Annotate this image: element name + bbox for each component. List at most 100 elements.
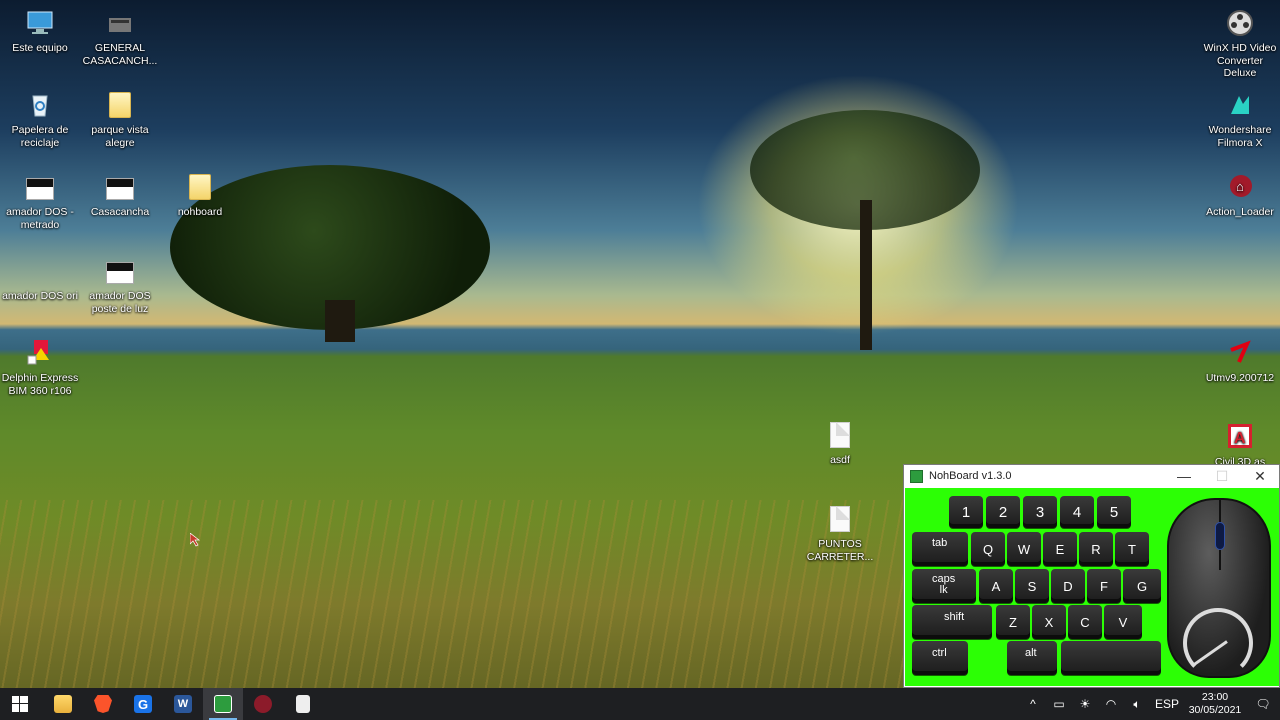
key-alt: alt bbox=[1007, 641, 1057, 675]
computer-icon bbox=[25, 8, 55, 38]
delphin-icon bbox=[25, 338, 55, 368]
action-loader-icon: ⌂ bbox=[1225, 172, 1255, 202]
brightness-icon[interactable]: ☀ bbox=[1072, 688, 1098, 720]
icon-label: GENERAL CASACANCH... bbox=[82, 42, 158, 67]
desktop-icon-casacancha[interactable]: Casacancha bbox=[80, 172, 160, 219]
red-circle-icon bbox=[254, 695, 272, 713]
key-1: 1 bbox=[949, 496, 983, 528]
icon-label: Action_Loader bbox=[1206, 206, 1274, 218]
mouse-speed-gauge bbox=[1183, 608, 1253, 678]
big-tree-trunk bbox=[325, 300, 355, 342]
key-r: R bbox=[1079, 532, 1113, 566]
film-reel-icon bbox=[1225, 8, 1255, 38]
svg-text:⌂: ⌂ bbox=[1236, 179, 1244, 194]
key-a: A bbox=[979, 569, 1013, 603]
icon-label: Delphin Express BIM 360 r106 bbox=[1, 372, 79, 397]
notification-center-icon[interactable]: 🗨︎ bbox=[1246, 688, 1280, 720]
taskbar-brave[interactable] bbox=[83, 688, 123, 720]
desktop-icon-amador-dos-metrado[interactable]: amador DOS - metrado bbox=[0, 172, 80, 231]
icon-label: Utmv9.200712 bbox=[1205, 372, 1275, 384]
icon-label: PUNTOS CARRETER... bbox=[806, 538, 874, 563]
key-caps-lock: caps lk bbox=[912, 569, 976, 603]
taskbar-notepad[interactable] bbox=[283, 688, 323, 720]
cursor-icon bbox=[190, 533, 201, 547]
clock-date: 30/05/2021 bbox=[1188, 704, 1242, 716]
language-indicator[interactable]: ESP bbox=[1150, 688, 1184, 720]
desktop-icon-amador-dos-ori[interactable]: amador DOS ori bbox=[0, 256, 80, 303]
icon-label: Papelera de reciclaje bbox=[11, 124, 69, 149]
volume-icon[interactable]: 🔈︎ bbox=[1124, 688, 1150, 720]
text-file-icon bbox=[830, 506, 850, 532]
brave-lion-icon bbox=[94, 695, 112, 713]
show-hidden-icons-button[interactable]: ^ bbox=[1020, 688, 1046, 720]
mouse-wheel bbox=[1215, 522, 1225, 550]
key-x: X bbox=[1032, 605, 1066, 639]
key-w: W bbox=[1007, 532, 1041, 566]
taskbar-nohboard[interactable] bbox=[203, 688, 243, 720]
icon-label: WinX HD Video Converter Deluxe bbox=[1203, 42, 1277, 79]
nohboard-app-icon bbox=[910, 469, 923, 483]
system-tray: ^ ▭ ☀ ◠ 🔈︎ ESP 23:00 30/05/2021 🗨︎ bbox=[1020, 688, 1280, 720]
desktop-icon-general-casacancha[interactable]: GENERAL CASACANCH... bbox=[80, 8, 160, 67]
desktop-icon-winx[interactable]: WinX HD Video Converter Deluxe bbox=[1200, 8, 1280, 80]
key-g: G bbox=[1123, 569, 1161, 603]
desktop-icon-puntos-carretera[interactable]: PUNTOS CARRETER... bbox=[800, 504, 880, 563]
desktop-icon-filmora[interactable]: Wondershare Filmora X bbox=[1200, 90, 1280, 149]
desktop-icon-asdf[interactable]: asdf bbox=[800, 420, 880, 467]
key-space bbox=[1061, 641, 1161, 675]
desktop-icon-action-loader[interactable]: ⌂ Action_Loader bbox=[1200, 172, 1280, 219]
autocad-icon: A bbox=[1225, 422, 1255, 452]
desktop-icon-utmv[interactable]: Utmv9.200712 bbox=[1200, 338, 1280, 385]
desktop-icon-parque-vista-alegre[interactable]: parque vista alegre bbox=[80, 90, 160, 149]
wifi-icon[interactable]: ◠ bbox=[1098, 688, 1124, 720]
filmora-icon bbox=[1225, 90, 1255, 120]
desktop-icon-este-equipo[interactable]: Este equipo bbox=[0, 8, 80, 55]
icon-label: parque vista alegre bbox=[91, 124, 149, 149]
desktop-icon-delphin-express[interactable]: Delphin Express BIM 360 r106 bbox=[0, 338, 80, 397]
icon-label: nohboard bbox=[177, 206, 223, 218]
dwg-file-icon bbox=[26, 178, 54, 200]
taskbar-rufus[interactable] bbox=[243, 688, 283, 720]
minimize-button[interactable]: — bbox=[1165, 465, 1203, 487]
nohboard-window[interactable]: NohBoard v1.3.0 — ☐ ✕ 1 2 3 4 5 tab Q W … bbox=[903, 464, 1280, 688]
close-button[interactable]: ✕ bbox=[1241, 465, 1279, 487]
key-v: V bbox=[1104, 605, 1142, 639]
icon-label: Casacancha bbox=[90, 206, 150, 218]
key-c: C bbox=[1068, 605, 1102, 639]
maximize-button[interactable]: ☐ bbox=[1203, 465, 1241, 487]
zip-folder-icon bbox=[189, 174, 211, 200]
icon-label: amador DOS ori bbox=[2, 290, 78, 302]
recycle-bin-icon bbox=[25, 90, 55, 120]
desktop-icon-papelera[interactable]: Papelera de reciclaje bbox=[0, 90, 80, 149]
key-e: E bbox=[1043, 532, 1077, 566]
window-titlebar[interactable]: NohBoard v1.3.0 — ☐ ✕ bbox=[904, 465, 1279, 487]
keyboard-display: 1 2 3 4 5 tab Q W E R T caps lk A S D F … bbox=[905, 488, 1279, 686]
autocad-file-icon bbox=[105, 8, 135, 38]
dwg-file-icon bbox=[106, 178, 134, 200]
desktop-icon-civil3d[interactable]: A Civil 3D as bbox=[1200, 422, 1280, 469]
battery-icon[interactable]: ▭ bbox=[1046, 688, 1072, 720]
taskbar: G W ^ ▭ ☀ ◠ 🔈︎ ESP 23:00 30/05/2021 🗨︎ bbox=[0, 688, 1280, 720]
svg-text:A: A bbox=[1234, 430, 1246, 447]
text-file-icon bbox=[830, 422, 850, 448]
key-s: S bbox=[1015, 569, 1049, 603]
icon-label: asdf bbox=[830, 454, 850, 466]
blank-file-icon bbox=[25, 256, 55, 286]
clock[interactable]: 23:00 30/05/2021 bbox=[1184, 691, 1246, 717]
nohboard-icon bbox=[214, 695, 232, 713]
key-d: D bbox=[1051, 569, 1085, 603]
key-f: F bbox=[1087, 569, 1121, 603]
taskbar-word[interactable]: W bbox=[163, 688, 203, 720]
taskbar-file-explorer[interactable] bbox=[43, 688, 83, 720]
icon-label: amador DOS - metrado bbox=[6, 206, 74, 231]
start-button[interactable] bbox=[0, 688, 40, 720]
key-5: 5 bbox=[1097, 496, 1131, 528]
folder-icon bbox=[54, 695, 72, 713]
google-icon: G bbox=[134, 695, 152, 713]
taskbar-google[interactable]: G bbox=[123, 688, 163, 720]
desktop-icon-nohboard[interactable]: nohboard bbox=[160, 172, 240, 219]
key-shift: shift bbox=[912, 605, 992, 639]
key-ctrl: ctrl bbox=[912, 641, 968, 675]
key-tab: tab bbox=[912, 532, 968, 566]
desktop-icon-amador-dos-poste[interactable]: amador DOS poste de luz bbox=[80, 256, 160, 315]
